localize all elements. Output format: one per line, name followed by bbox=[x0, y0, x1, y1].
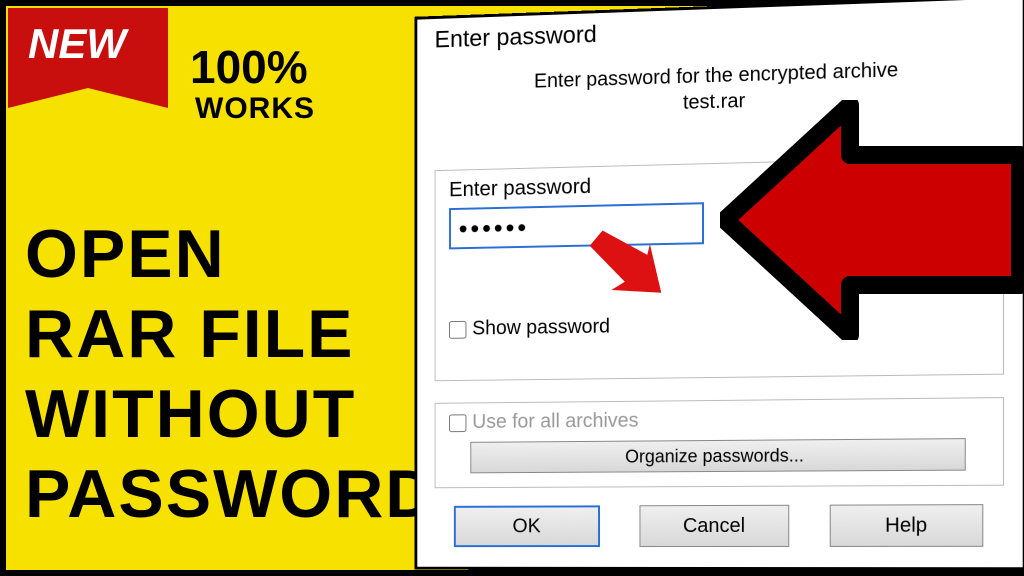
dialog-buttons: OK Cancel Help bbox=[435, 504, 1004, 547]
archives-group: Use for all archives Organize passwords.… bbox=[435, 397, 1004, 488]
ok-button[interactable]: OK bbox=[454, 505, 600, 547]
dialog-title: Enter password bbox=[435, 7, 1004, 55]
new-badge-text: NEW bbox=[28, 20, 126, 68]
headline-line-2: RAR FILE bbox=[25, 300, 355, 368]
promo-works: WORKS bbox=[195, 92, 315, 126]
show-password-label: Show password bbox=[472, 316, 610, 341]
show-password-checkbox[interactable] bbox=[449, 320, 466, 338]
headline-line-4: PASSWORD bbox=[25, 460, 436, 528]
use-all-archives-label: Use for all archives bbox=[472, 410, 638, 434]
instruction-text: Enter password for the encrypted archive bbox=[534, 59, 898, 92]
use-all-archives-checkbox[interactable] bbox=[449, 414, 466, 432]
promo-percent: 100% bbox=[190, 40, 308, 94]
headline-line-1: OPEN bbox=[25, 220, 226, 288]
headline-line-3: WITHOUT bbox=[25, 380, 356, 448]
big-red-arrow-icon bbox=[720, 100, 1024, 340]
cancel-button[interactable]: Cancel bbox=[639, 505, 789, 547]
help-button[interactable]: Help bbox=[830, 504, 984, 547]
organize-passwords-button[interactable]: Organize passwords... bbox=[470, 438, 966, 473]
new-badge: NEW bbox=[8, 8, 168, 88]
